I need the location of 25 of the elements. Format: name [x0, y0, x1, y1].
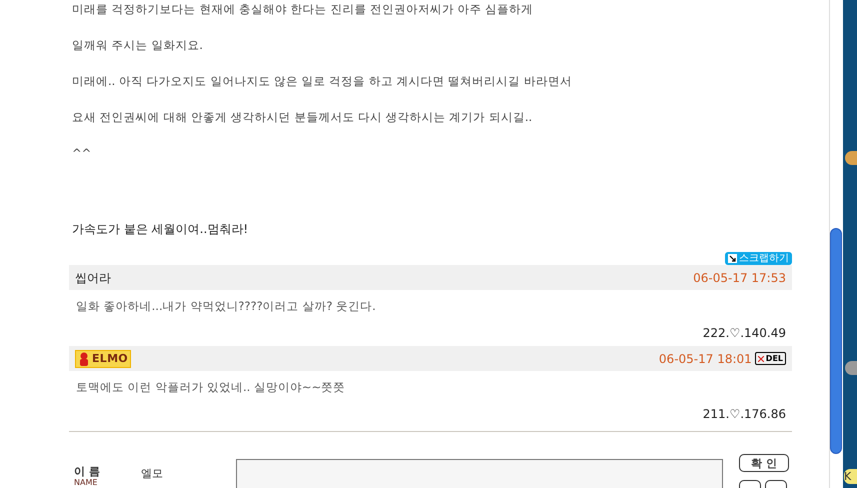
comment-text: 일화 좋아하네...내가 약먹었니????이러고 살까? 웃긴다. [75, 298, 377, 315]
post-paragraph: 일깨워 주시는 일화지요. [72, 37, 204, 54]
comment-author: 씹어라 [75, 270, 111, 286]
submit-button[interactable]: 확 인 [739, 454, 789, 472]
comment-date: 06-05-17 17:53 [693, 270, 786, 286]
ip-address: 222.♡.140.49 [702, 326, 786, 340]
scrollbar-thumb[interactable] [830, 228, 842, 454]
post-paragraph: 미래에.. 아직 다가오지도 일어나지도 않은 일로 걱정을 하고 계시다면 떨쳐버리시길 바라면서 [72, 73, 573, 90]
name-label-english: NAME [74, 478, 98, 487]
ip-address: 211.♡.176.86 [702, 407, 786, 421]
delete-button[interactable]: DEL [754, 352, 786, 365]
close-icon [758, 356, 764, 362]
nickname-badge: ELMO [75, 350, 131, 368]
name-value: 엘모 [141, 466, 164, 482]
arrow-icon [728, 254, 737, 263]
comment-date: 06-05-17 18:01 [658, 350, 752, 368]
side-badge: K [844, 469, 857, 484]
name-label: 이 름 [74, 466, 101, 478]
figure-icon [78, 352, 90, 366]
post-paragraph: 미래를 걱정하기보다는 현재에 충실해야 한다는 진리를 전인권아저씨가 아주 심플하게 [72, 1, 534, 18]
post-paragraph: 요새 전인권씨에 대해 안좋게 생각하시던 분들께서도 다시 생각하시는 계기가 되시길.. [72, 109, 534, 126]
comment-input[interactable] [236, 459, 723, 488]
comment-text: 토맥에도 이런 악플러가 있었네.. 실망이야~~쯧쯧 [75, 379, 346, 396]
post-paragraph: ^^ [72, 145, 92, 162]
post-title: 가속도가 붙은 세월이여..멈춰라! [71, 221, 250, 238]
